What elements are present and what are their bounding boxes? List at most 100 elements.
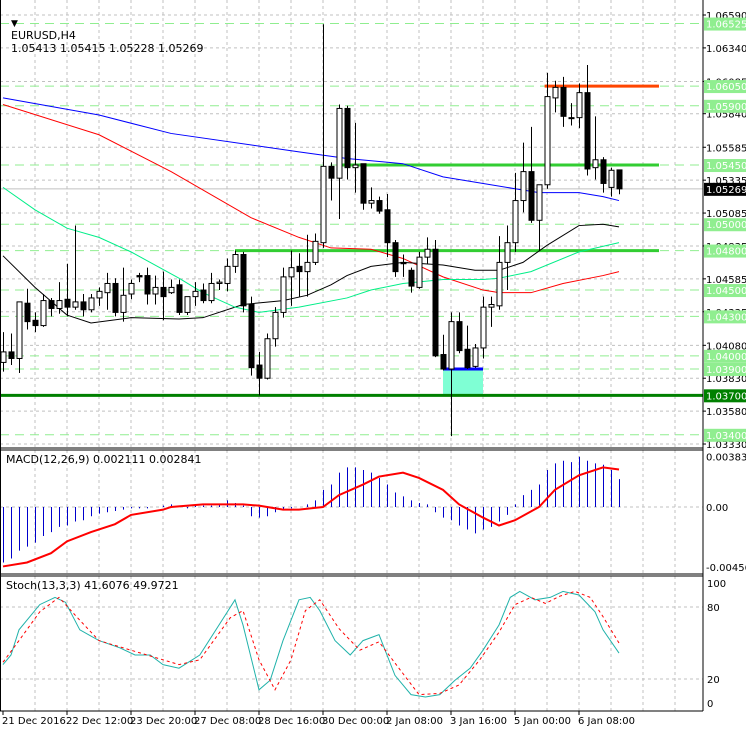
bull-candle-body (496, 261, 503, 307)
bull-candle-body (264, 338, 271, 379)
stoch-tick-label: 100 (707, 579, 726, 590)
bear-candle-body (408, 269, 415, 287)
candle (336, 104, 343, 219)
bull-candle-body (504, 242, 511, 263)
stoch-signal-line (2, 590, 620, 696)
candle (528, 126, 535, 223)
candle (504, 225, 511, 291)
candle (352, 122, 359, 193)
candle (392, 240, 399, 277)
candle (8, 333, 15, 366)
candle (144, 267, 151, 305)
bull-candle-body (272, 311, 279, 340)
bear-candle-body (80, 301, 87, 311)
bear-candle-body (136, 275, 143, 278)
bear-candle-body (112, 282, 119, 313)
bear-candle-body (64, 298, 71, 308)
stoch-tick-label: 20 (707, 675, 720, 686)
price-tick-label: 1.06340 (706, 44, 746, 55)
trading-chart[interactable]: 1.065901.063401.060851.058401.055851.053… (0, 0, 746, 731)
level-label: 1.05000 (706, 220, 746, 231)
candle (24, 288, 31, 330)
candle (152, 275, 159, 305)
time-label: 27 Dec 08:00 (194, 716, 261, 727)
bear-candle-body (296, 265, 303, 273)
stoch-tick-label: 0 (707, 699, 713, 710)
bull-candle-body (88, 297, 95, 311)
bull-candle-body (352, 164, 359, 169)
candle (112, 278, 119, 317)
level-lines (0, 23, 703, 436)
bear-candle-body (360, 163, 367, 204)
bear-candle-body (328, 165, 335, 179)
bull-candle-body (280, 276, 287, 313)
candle (280, 267, 287, 318)
candle (208, 272, 215, 304)
triangle-down-icon[interactable]: ▼ (11, 19, 18, 29)
bear-candle-body (560, 86, 567, 117)
candle (384, 193, 391, 258)
candle (608, 167, 615, 197)
bear-candle-body (456, 321, 463, 352)
level-label: 1.04000 (706, 352, 746, 363)
stoch-label: Stoch(13,3,3) 41.6076 49.9721 (6, 579, 179, 592)
candle (472, 344, 479, 368)
candle (16, 301, 23, 373)
bull-candle-body (168, 286, 175, 294)
candle (456, 312, 463, 354)
bull-candle-body (104, 282, 111, 294)
bull-candle-body (424, 248, 431, 258)
bull-candle-body (312, 240, 319, 263)
ma-blue-line (2, 97, 620, 202)
bull-candle-body (536, 184, 543, 221)
candle (304, 234, 311, 297)
candle (264, 333, 271, 380)
bear-candle-body (248, 304, 255, 369)
bull-candle-body (520, 171, 527, 202)
macd-signal-line (2, 466, 620, 568)
level-label: 1.04300 (706, 312, 746, 323)
level-label: 1.05900 (706, 102, 746, 113)
candle (48, 297, 55, 317)
candle (544, 72, 551, 189)
bull-candle-body (592, 159, 599, 169)
candle (136, 272, 143, 283)
macd-panel (0, 456, 703, 568)
macd-tick-label: 0.00 (706, 503, 728, 514)
candle (424, 237, 431, 264)
bear-candle-body (464, 348, 471, 369)
bull-candle-body (184, 296, 191, 313)
candle (480, 296, 487, 359)
candle (72, 225, 79, 310)
time-label: 22 Dec 12:00 (66, 716, 133, 727)
candle (176, 279, 183, 316)
bull-candle-body (120, 294, 127, 313)
candle (224, 258, 231, 292)
bull-candle-body (416, 256, 423, 288)
level-label: 1.03900 (706, 365, 746, 376)
bear-candle-body (616, 169, 623, 190)
candle (256, 351, 263, 396)
chart-header: ▼ EURUSD,H4 1.05413 1.05415 1.05228 1.05… (4, 3, 203, 55)
ma-black-line (2, 223, 620, 324)
candle (560, 76, 567, 127)
macd-label: MACD(12,26,9) 0.002111 0.002841 (6, 453, 202, 466)
candle (248, 296, 255, 376)
time-label: 30 Dec 00:00 (322, 716, 389, 727)
bear-candle-body (8, 351, 15, 359)
bull-candle-body (480, 306, 487, 349)
candle (200, 283, 207, 304)
candle (600, 157, 607, 193)
price-tick-label: 1.05585 (706, 143, 746, 154)
bull-candle-body (568, 117, 575, 120)
bear-candle-body (392, 242, 399, 273)
bull-candle-body (472, 347, 479, 367)
candle (376, 196, 383, 214)
bull-candle-body (0, 351, 7, 363)
stoch-tick-label: 80 (707, 603, 720, 614)
candle (576, 83, 583, 129)
bear-candle-body (376, 200, 383, 212)
macd-tick-label: 0.003838 (706, 452, 746, 463)
candle (56, 282, 63, 314)
candle (192, 282, 199, 306)
